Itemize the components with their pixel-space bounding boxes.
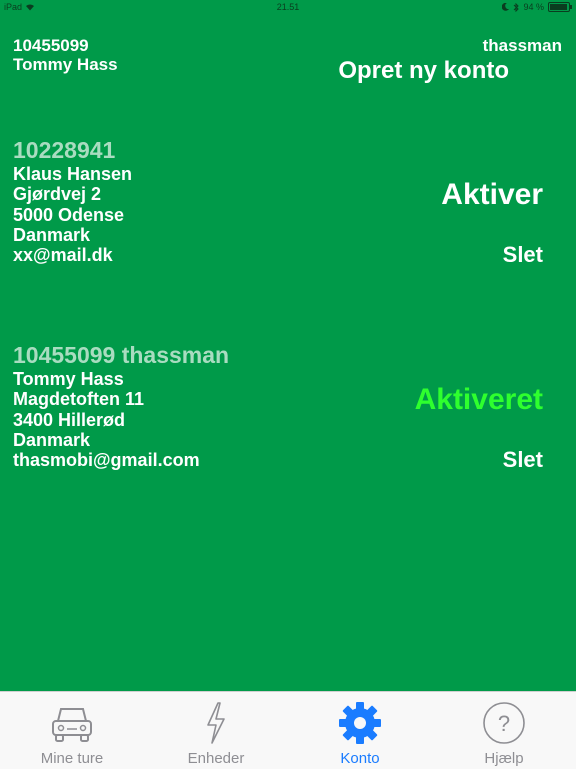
account-street: Gjørdvej 2 <box>13 184 102 204</box>
tab-hjaelp[interactable]: ? Hjælp <box>432 692 576 769</box>
activate-button[interactable]: Aktiver <box>441 178 543 212</box>
account-email: thasmobi@gmail.com <box>13 450 200 470</box>
account-email: xx@mail.dk <box>13 245 113 265</box>
help-icon: ? <box>482 701 526 745</box>
delete-button[interactable]: Slet <box>503 447 543 473</box>
battery-percent: 94 % <box>523 2 544 12</box>
tab-bar: Mine ture Enheder Konto ? Hjælp <box>0 691 576 769</box>
create-account-button[interactable]: Opret ny konto <box>338 57 509 85</box>
account-city: 5000 Odense <box>13 205 125 225</box>
car-icon <box>50 701 94 745</box>
delete-button[interactable]: Slet <box>503 242 543 268</box>
account-city: 3400 Hillerød <box>13 410 126 430</box>
gear-icon <box>338 701 382 745</box>
status-bar: iPad 21.51 94 % <box>0 0 576 16</box>
moon-icon <box>502 3 510 11</box>
bluetooth-icon <box>513 2 520 12</box>
lightning-icon <box>194 701 238 745</box>
account-name: Klaus Hansen <box>13 164 133 184</box>
tab-label: Konto <box>340 750 380 767</box>
tab-label: Mine ture <box>40 750 104 767</box>
tab-label: Hjælp <box>484 750 524 767</box>
current-account-number: 10455099 <box>13 36 89 55</box>
account-name: Tommy Hass <box>13 369 124 389</box>
tab-konto[interactable]: Konto <box>288 692 432 769</box>
tab-mine-ture[interactable]: Mine ture <box>0 692 144 769</box>
current-account-name: Tommy Hass <box>13 55 118 74</box>
tab-label: Enheder <box>187 750 245 767</box>
account-heading: 10455099 thassman <box>13 342 230 368</box>
status-time: 21.51 <box>276 2 300 12</box>
account-heading: 10228941 <box>13 137 116 163</box>
tab-enheder[interactable]: Enheder <box>144 692 288 769</box>
account-country: Danmark <box>13 430 91 450</box>
svg-text:?: ? <box>498 711 510 736</box>
current-username: thassman <box>482 36 562 55</box>
activated-status: Aktiveret <box>414 383 543 416</box>
battery-icon <box>548 2 572 12</box>
account-country: Danmark <box>13 225 91 245</box>
account-street: Magdetoften 11 <box>13 389 145 409</box>
